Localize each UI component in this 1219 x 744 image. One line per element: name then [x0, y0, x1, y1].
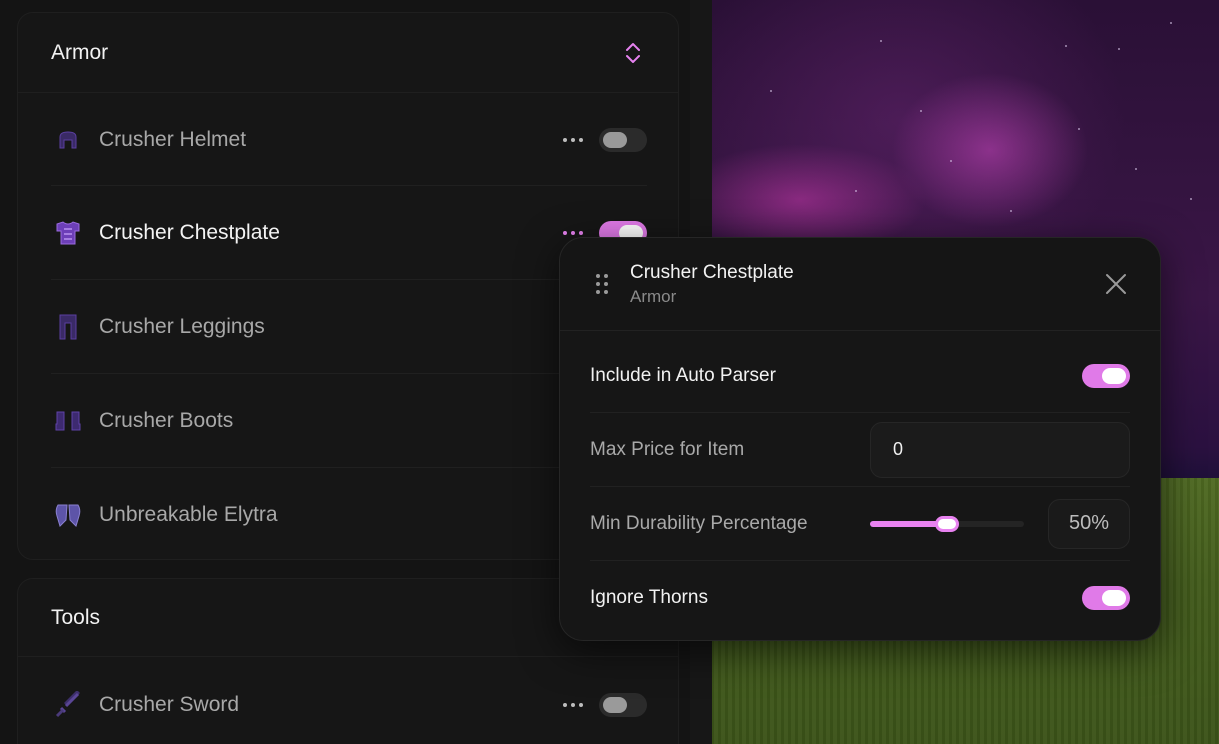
list-item-crusher-sword[interactable]: Crusher Sword: [51, 658, 647, 744]
auto-parser-toggle[interactable]: [1082, 363, 1130, 388]
tools-section-title: Tools: [51, 605, 101, 629]
leggings-icon: [51, 310, 85, 344]
setting-ignore-thorns: Ignore Thorns: [590, 561, 1130, 635]
setting-label: Ignore Thorns: [590, 587, 708, 608]
durability-slider[interactable]: [870, 512, 1024, 536]
item-label: Crusher Helmet: [99, 127, 247, 151]
chevron-up-down-icon[interactable]: [622, 40, 644, 66]
item-label: Crusher Leggings: [99, 314, 265, 338]
helmet-icon: [51, 123, 85, 157]
list-item-crusher-chestplate[interactable]: Crusher Chestplate: [51, 186, 647, 279]
list-item-unbreakable-elytra[interactable]: Unbreakable Elytra: [51, 468, 647, 561]
close-icon[interactable]: [1104, 272, 1128, 296]
ignore-thorns-toggle[interactable]: [1082, 586, 1130, 610]
popup-subtitle: Armor: [630, 286, 677, 306]
elytra-icon: [51, 498, 85, 532]
item-label: Crusher Boots: [99, 408, 234, 432]
list-item-crusher-boots[interactable]: Crusher Boots: [51, 374, 647, 467]
item-toggle[interactable]: [599, 127, 647, 152]
boots-icon: [51, 404, 85, 438]
popup-title: Crusher Chestplate: [630, 261, 794, 283]
list-item-crusher-leggings[interactable]: Crusher Leggings: [51, 280, 647, 373]
setting-label: Include in Auto Parser: [590, 364, 776, 386]
setting-min-durability: Min Durability Percentage 50%: [590, 487, 1130, 561]
slider-thumb[interactable]: [935, 515, 959, 532]
max-price-input[interactable]: [870, 421, 1130, 478]
more-options-icon[interactable]: [563, 699, 583, 711]
sword-icon: [51, 688, 85, 722]
item-label: Crusher Chestplate: [99, 220, 280, 244]
armor-section-title: Armor: [51, 40, 109, 64]
durability-value[interactable]: 50%: [1048, 498, 1130, 549]
item-label: Crusher Sword: [99, 692, 240, 716]
setting-label: Min Durability Percentage: [590, 512, 808, 534]
popup-header[interactable]: Crusher Chestplate Armor: [560, 238, 1160, 331]
setting-auto-parser: Include in Auto Parser: [590, 339, 1130, 413]
item-toggle[interactable]: [599, 692, 647, 717]
list-item-crusher-helmet[interactable]: Crusher Helmet: [51, 93, 647, 186]
drag-handle-icon[interactable]: [596, 274, 608, 294]
armor-panel-header: Armor: [18, 13, 678, 93]
item-label: Unbreakable Elytra: [99, 502, 278, 526]
item-settings-popup: Crusher Chestplate Armor Include in Auto…: [559, 237, 1161, 641]
chestplate-icon: [51, 216, 85, 250]
more-options-icon[interactable]: [563, 134, 583, 146]
setting-max-price: Max Price for Item: [590, 413, 1130, 487]
setting-label: Max Price for Item: [590, 438, 745, 460]
